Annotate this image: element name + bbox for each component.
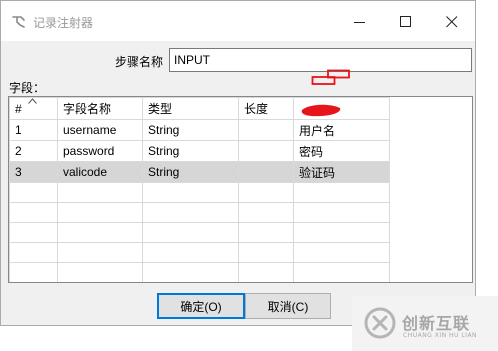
- window-title: 记录注射器: [33, 16, 94, 30]
- watermark-subtext: CHUANG XIN HU LIAN: [403, 332, 478, 339]
- table-row[interactable]: 1 username String 用户名: [9, 119, 390, 141]
- cell-num[interactable]: 1: [9, 119, 58, 141]
- empty-row[interactable]: [9, 182, 390, 203]
- cell-field-name[interactable]: valicode: [57, 161, 143, 183]
- cell-field-name[interactable]: password: [57, 140, 143, 162]
- cell-type[interactable]: String: [142, 119, 239, 141]
- close-button[interactable]: [429, 7, 475, 37]
- column-header-type[interactable]: 类型: [142, 97, 239, 120]
- red-redaction-mark: [301, 104, 341, 117]
- column-header-field-name[interactable]: 字段名称: [57, 97, 143, 120]
- minimize-icon: [354, 22, 365, 23]
- brand-logo-icon: [364, 307, 396, 339]
- cell-num[interactable]: 2: [9, 140, 58, 162]
- watermark: 创新互联 CHUANG XIN HU LIAN: [352, 296, 498, 351]
- maximize-icon: [400, 16, 411, 27]
- cell-field-name[interactable]: username: [57, 119, 143, 141]
- cell-comment[interactable]: 验证码: [293, 161, 390, 183]
- empty-row[interactable]: [9, 202, 390, 223]
- step-name-label: 步骤名称: [115, 55, 164, 69]
- cell-comment[interactable]: 密码: [293, 140, 390, 162]
- cell-length[interactable]: [238, 140, 294, 162]
- cell-length[interactable]: [238, 161, 294, 183]
- cancel-button[interactable]: 取消(C): [245, 293, 331, 319]
- cell-type[interactable]: String: [142, 161, 239, 183]
- record-injector-dialog: 记录注射器 步骤名称 字段： # 字段名称 类型 长度: [0, 0, 476, 326]
- injector-icon: [11, 14, 27, 30]
- ok-button[interactable]: 确定(O): [157, 293, 245, 319]
- sort-ascending-icon: [28, 98, 37, 104]
- minimize-button[interactable]: [337, 7, 383, 37]
- cell-num[interactable]: 3: [9, 161, 58, 183]
- maximize-button[interactable]: [383, 7, 429, 37]
- cell-type[interactable]: String: [142, 140, 239, 162]
- watermark-text: 创新互联: [402, 314, 471, 333]
- fields-table[interactable]: # 字段名称 类型 长度 1 username String 用户名 2 pas…: [8, 96, 473, 283]
- close-icon: [446, 16, 458, 28]
- empty-row[interactable]: [9, 242, 390, 263]
- column-header-length[interactable]: 长度: [238, 97, 294, 120]
- cell-length[interactable]: [238, 119, 294, 141]
- red-annotation-box: [311, 69, 350, 85]
- cell-comment[interactable]: 用户名: [293, 119, 390, 141]
- table-row-selected[interactable]: 3 valicode String 验证码: [9, 161, 390, 183]
- table-row[interactable]: 2 password String 密码: [9, 140, 390, 162]
- empty-row[interactable]: [9, 262, 390, 282]
- empty-row[interactable]: [9, 222, 390, 243]
- fields-label: 字段：: [9, 81, 46, 95]
- title-bar[interactable]: 记录注射器: [1, 1, 475, 41]
